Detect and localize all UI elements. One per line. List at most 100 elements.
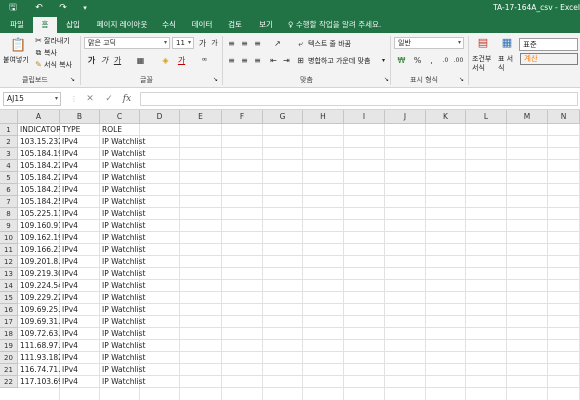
wrap-text-button[interactable]: 텍스트 줄 바꿈 — [308, 39, 351, 49]
cell-b[interactable]: IPv4 — [60, 352, 100, 364]
column-header[interactable]: G — [263, 110, 303, 124]
cell-b[interactable]: IPv4 — [60, 304, 100, 316]
percent-icon[interactable]: % — [412, 55, 423, 66]
decrease-decimal-icon[interactable]: .00 — [453, 55, 464, 66]
cell-c[interactable]: IP Watchlist — [100, 376, 178, 388]
cell-a[interactable]: 109.69.25. — [18, 304, 60, 316]
column-header[interactable]: A — [18, 110, 60, 124]
undo-icon[interactable]: ↶ — [32, 2, 46, 15]
cell-a[interactable]: 109.219.30 — [18, 268, 60, 280]
conditional-formatting-button[interactable]: 조건부 서식 — [472, 55, 494, 73]
number-format-select[interactable]: 일반 ▾ — [394, 37, 464, 49]
row-header[interactable]: 20 — [0, 352, 18, 364]
row-header[interactable]: 18 — [0, 328, 18, 340]
cell-a[interactable]: 109.72.63. — [18, 328, 60, 340]
column-header[interactable]: N — [548, 110, 580, 124]
font-size-select[interactable]: 11 ▾ — [172, 37, 194, 49]
column-header[interactable]: D — [140, 110, 180, 124]
cell-b[interactable]: IPv4 — [60, 268, 100, 280]
cell-a[interactable]: 109.224.54 — [18, 280, 60, 292]
cell-a[interactable]: 109.69.31. — [18, 316, 60, 328]
save-icon[interactable]: 🖫 — [6, 2, 20, 15]
cell-c[interactable]: IP Watchlist — [100, 316, 178, 328]
cell-c[interactable]: IP Watchlist — [100, 172, 178, 184]
align-right-icon[interactable]: ≡ — [252, 55, 263, 66]
column-header[interactable]: L — [466, 110, 507, 124]
cell-c[interactable]: IP Watchlist — [100, 304, 178, 316]
accounting-format-icon[interactable]: ₩ — [396, 55, 407, 66]
row-header[interactable]: 1 — [0, 124, 18, 136]
cell-b[interactable]: IPv4 — [60, 340, 100, 352]
underline-icon[interactable]: 가 — [112, 55, 123, 66]
redo-icon[interactable]: ↷ — [56, 2, 70, 15]
select-all-corner[interactable] — [0, 110, 18, 124]
tab-view[interactable]: 보기 — [253, 17, 279, 33]
format-as-table-icon[interactable]: ▦ — [500, 37, 514, 51]
cell-c[interactable]: IP Watchlist — [100, 220, 178, 232]
cell-b[interactable]: IPv4 — [60, 376, 100, 388]
cell-b[interactable]: IPv4 — [60, 244, 100, 256]
cell-a[interactable]: 105.184.22 — [18, 160, 60, 172]
column-header[interactable]: F — [222, 110, 263, 124]
cell-c[interactable]: IP Watchlist — [100, 244, 178, 256]
cell-c[interactable]: IP Watchlist — [100, 340, 178, 352]
alignment-launcher-icon[interactable]: ↘ — [384, 75, 389, 85]
cell-a[interactable]: 103.15.232 — [18, 136, 60, 148]
cell-b[interactable]: IPv4 — [60, 208, 100, 220]
align-left-icon[interactable]: ≡ — [226, 55, 237, 66]
cell-a[interactable]: 117.103.69 — [18, 376, 60, 388]
conditional-formatting-icon[interactable]: ▤ — [476, 37, 490, 51]
row-header[interactable]: 13 — [0, 268, 18, 280]
row-header[interactable]: 22 — [0, 376, 18, 388]
cell-a[interactable]: 105.184.22 — [18, 172, 60, 184]
column-header[interactable]: J — [385, 110, 426, 124]
cell-a[interactable]: 105.184.25 — [18, 196, 60, 208]
cell-a[interactable]: 109.160.91 — [18, 220, 60, 232]
cell-c[interactable]: ROLE — [100, 124, 178, 136]
column-header[interactable]: E — [180, 110, 222, 124]
paste-icon[interactable]: 📋 — [10, 38, 26, 54]
grow-font-icon[interactable]: 가 — [197, 38, 208, 49]
tab-file[interactable]: 파일 — [4, 17, 30, 33]
cut-button[interactable]: 잘라내기 — [44, 36, 70, 46]
cell-c[interactable]: IP Watchlist — [100, 148, 178, 160]
cell-a[interactable]: 109.201.8. — [18, 256, 60, 268]
cell-b[interactable]: IPv4 — [60, 232, 100, 244]
row-header[interactable]: 16 — [0, 304, 18, 316]
row-header[interactable]: 14 — [0, 280, 18, 292]
cell-b[interactable]: IPv4 — [60, 136, 100, 148]
decrease-indent-icon[interactable]: ⇤ — [268, 55, 279, 66]
customize-icon[interactable]: ▾ — [78, 2, 92, 15]
align-bottom-icon[interactable]: ≡ — [252, 38, 263, 49]
borders-icon[interactable]: ▦ — [135, 55, 146, 66]
font-name-select[interactable]: 맑은 고딕 ▾ — [84, 37, 170, 49]
align-top-icon[interactable]: ≡ — [226, 38, 237, 49]
column-header[interactable]: M — [507, 110, 548, 124]
cell-b[interactable]: IPv4 — [60, 172, 100, 184]
italic-icon[interactable]: 가 — [99, 55, 110, 66]
row-header[interactable]: 11 — [0, 244, 18, 256]
increase-decimal-icon[interactable]: .0 — [440, 55, 451, 66]
shrink-font-icon[interactable]: 가 — [209, 38, 220, 49]
format-as-table-button[interactable]: 표 서식 — [498, 55, 516, 73]
cell-a[interactable]: 109.229.22 — [18, 292, 60, 304]
merge-center-button[interactable]: 병합하고 가운데 맞춤 — [308, 56, 370, 66]
row-header[interactable]: 15 — [0, 292, 18, 304]
row-header[interactable]: 17 — [0, 316, 18, 328]
cell-b[interactable]: IPv4 — [60, 328, 100, 340]
cell-a[interactable]: 109.162.19 — [18, 232, 60, 244]
row-header[interactable]: 5 — [0, 172, 18, 184]
cell-b[interactable]: IPv4 — [60, 292, 100, 304]
row-header[interactable]: 7 — [0, 196, 18, 208]
fill-color-icon[interactable]: ◈ — [160, 55, 171, 66]
cell-c[interactable]: IP Watchlist — [100, 160, 178, 172]
tell-me-search[interactable]: ♀ 수행할 작업을 알려 주세요. — [288, 17, 381, 33]
cell-style-calculation[interactable]: 계산 — [520, 53, 578, 65]
tab-insert[interactable]: 삽입 — [59, 17, 87, 33]
cell-b[interactable]: IPv4 — [60, 364, 100, 376]
tab-home[interactable]: 홈 — [33, 17, 57, 33]
formula-input[interactable] — [140, 92, 578, 106]
row-header[interactable]: 9 — [0, 220, 18, 232]
cell-style-normal[interactable]: 표준 — [519, 38, 578, 51]
cell-b[interactable]: IPv4 — [60, 256, 100, 268]
